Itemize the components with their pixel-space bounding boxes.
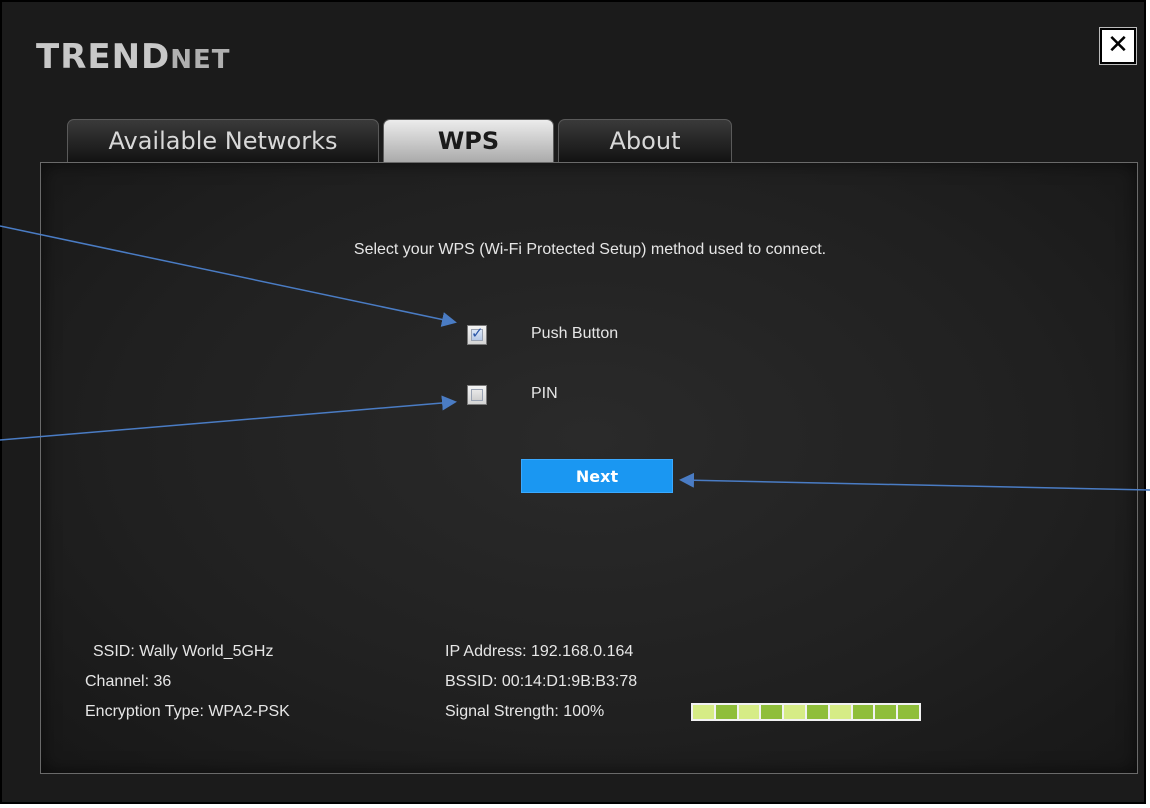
bssid-text: BSSID: 00:14:D1:9B:B3:78: [445, 673, 638, 690]
channel-text: Channel: 36: [85, 673, 172, 690]
signal-strength-bar: [691, 703, 921, 721]
push-button-label: Push Button: [531, 325, 619, 342]
pin-checkbox[interactable]: [467, 385, 487, 405]
next-button[interactable]: Next: [521, 459, 673, 493]
checkbox-box: ✓: [471, 324, 484, 342]
signal-segment: [806, 705, 828, 719]
ip-address-text: IP Address: 192.168.0.164: [445, 643, 634, 660]
signal-segment: [784, 705, 805, 719]
pin-label: PIN: [531, 385, 558, 402]
signal-segment: [761, 705, 783, 719]
ssid-text: SSID: Wally World_5GHz: [93, 643, 274, 660]
signal-segment: [715, 705, 737, 719]
logo-lower: NET: [170, 45, 231, 75]
close-icon[interactable]: ✕: [1099, 27, 1137, 65]
logo-upper: TREND: [36, 37, 171, 77]
signal-strength-text: Signal Strength: 100%: [445, 703, 605, 720]
screenshot: TRENDNET ✕ Available Networks WPS About …: [0, 0, 1150, 808]
encryption-text: Encryption Type: WPA2-PSK: [85, 703, 290, 720]
app-window: TRENDNET ✕ Available Networks WPS About …: [0, 0, 1146, 804]
signal-segment: [875, 705, 897, 719]
wps-instruction: Select your WPS (Wi-Fi Protected Setup) …: [353, 241, 827, 258]
tab-wps[interactable]: WPS: [383, 119, 554, 163]
tab-available-networks[interactable]: Available Networks: [67, 119, 379, 163]
push-button-checkbox[interactable]: ✓: [467, 324, 487, 345]
checkmark-icon: ✓: [471, 324, 484, 342]
signal-segment: [829, 705, 851, 719]
signal-segment: [693, 705, 714, 719]
signal-segment: [852, 705, 874, 719]
checkbox-box: [471, 389, 483, 401]
signal-segment: [898, 705, 919, 719]
signal-segment: [738, 705, 760, 719]
trendnet-logo: TRENDNET: [36, 40, 231, 74]
tab-about[interactable]: About: [558, 119, 732, 163]
wps-panel: Select your WPS (Wi-Fi Protected Setup) …: [40, 162, 1138, 774]
